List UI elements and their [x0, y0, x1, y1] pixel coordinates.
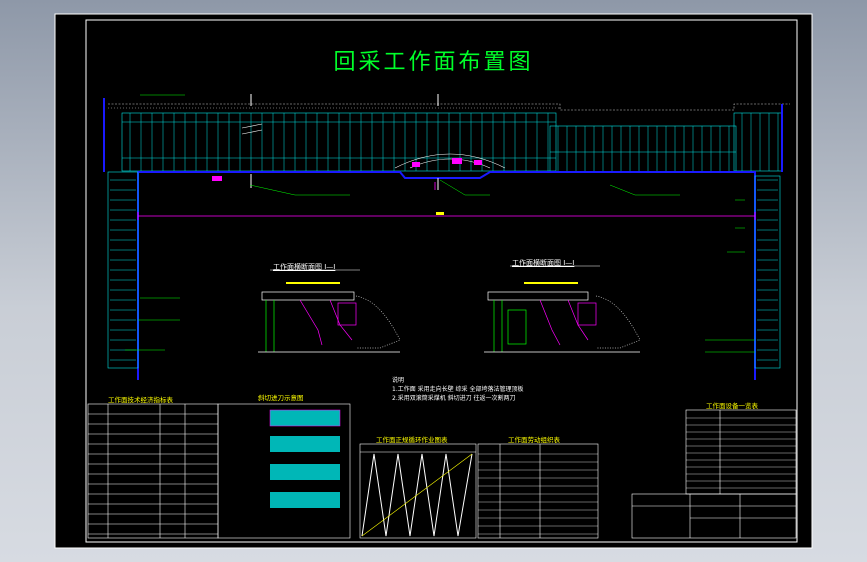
cad-drawing	[54, 13, 813, 549]
inner-frame	[85, 19, 798, 543]
dimension-text-mark	[436, 212, 444, 215]
drawing-notes: 说明 1.工作面 采用走向长壁 综采 全部垮落法管理顶板 2.采用双滚筒采煤机 …	[392, 376, 523, 403]
outer-frame	[54, 13, 813, 549]
title-block	[631, 493, 797, 539]
table-title-1: 工作面技术经济指标表	[108, 396, 173, 404]
table-1-rows	[88, 413, 218, 535]
table-3	[359, 443, 477, 539]
table-title-5: 工作面设备一览表	[706, 402, 758, 410]
drawing-title: 回采工作面布置图	[333, 50, 534, 75]
cross-section-right	[484, 291, 641, 353]
table-4	[477, 443, 599, 539]
table-2-diagrams	[269, 409, 341, 508]
dim-bar-left	[286, 282, 340, 284]
notes-line-2: 2.采用双滚筒采煤机 斜切进刀 往返一次割两刀	[392, 395, 516, 402]
notes-line-1: 1.工作面 采用走向长壁 综采 全部垮落法管理顶板	[392, 386, 524, 393]
dim-bar-right	[524, 282, 578, 284]
table-title-4: 工作面劳动组织表	[508, 436, 560, 444]
section-title-right: 工作面横断面图 I—I	[512, 259, 575, 267]
leader-lines	[125, 94, 755, 353]
cycle-diagonal	[361, 453, 473, 537]
dimension-line	[137, 182, 756, 220]
roadway-lines	[103, 98, 783, 380]
section-title-left: 工作面横断面图 I—I	[273, 263, 336, 271]
side-roadways	[107, 171, 781, 369]
notes-heading: 说明	[392, 377, 405, 384]
table-5-rows	[686, 417, 796, 489]
side-roadway-ticks	[110, 179, 778, 361]
strata-texture	[108, 103, 790, 111]
table-4-rows	[478, 453, 598, 535]
section-break	[241, 123, 263, 135]
table-5	[685, 409, 797, 495]
table-title-3: 工作面正规循环作业图表	[376, 436, 448, 444]
table-title-2: 斜切进刀示意图	[258, 394, 304, 402]
shearer-arch	[394, 153, 506, 169]
cross-section-left	[258, 291, 401, 353]
section-markers	[250, 94, 439, 190]
